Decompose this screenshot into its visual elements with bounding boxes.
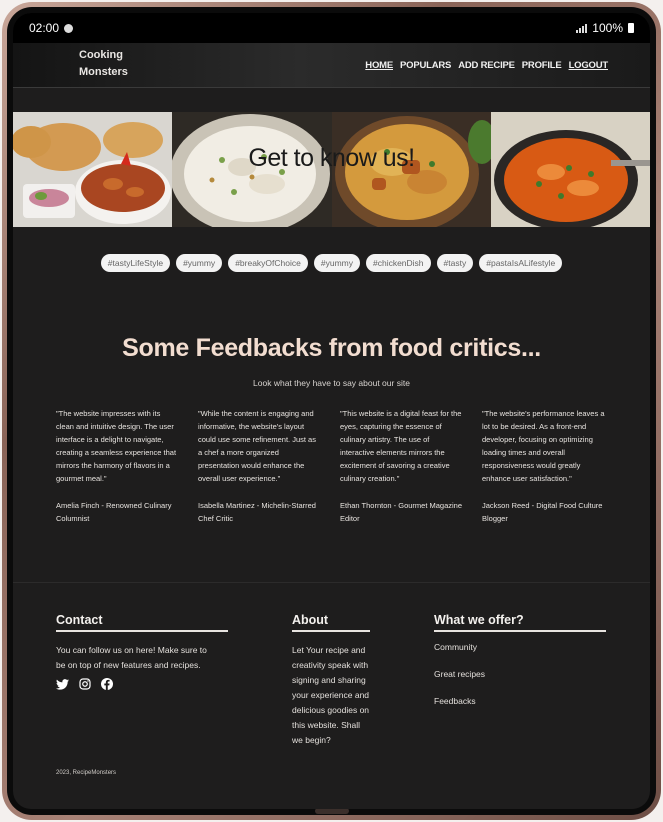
battery-icon — [628, 23, 634, 33]
navbar: Cooking Monsters HOME POPULARS ADD RECIP… — [13, 43, 650, 88]
brand-line-1: Cooking — [79, 49, 123, 61]
hero-banner: Get to know us! — [13, 112, 650, 227]
feedback-title: Some Feedbacks from food critics... — [122, 334, 541, 362]
footer-divider — [13, 582, 650, 583]
instagram-icon[interactable] — [79, 678, 91, 690]
nav-profile-link[interactable]: PROFILE — [522, 60, 562, 71]
hashtag-chip[interactable]: #yummy — [313, 254, 360, 272]
review-quote: "The website's performance leaves a lot … — [482, 409, 605, 483]
review-author: Ethan Thornton - Gourmet Magazine Editor — [340, 501, 463, 523]
status-time: 02:00 — [29, 21, 60, 35]
footer-offer-title: What we offer? — [434, 613, 606, 632]
footer-about-title: About — [292, 613, 370, 632]
status-bar: 02:00 100% — [13, 13, 650, 43]
screen: 02:00 100% Cooking Monsters HOME POPULAR… — [13, 13, 650, 809]
nav-links: HOME POPULARS ADD RECIPE PROFILE LOGOUT — [365, 60, 608, 71]
feedback-subtitle: Look what they have to say about our sit… — [253, 378, 410, 388]
footer-about: About Let Your recipe and creativity spe… — [292, 613, 370, 748]
footer-about-text: Let Your recipe and creativity speak wit… — [292, 645, 370, 745]
footer-contact-title: Contact — [56, 613, 228, 632]
review-quote: "This website is a digital feast for the… — [340, 409, 462, 483]
footer-contact: Contact You can follow us on here! Make … — [56, 613, 228, 690]
hashtag-chip[interactable]: #breakyOfChoice — [228, 254, 308, 272]
review-author: Jackson Reed - Digital Food Culture Blog… — [482, 501, 603, 523]
nav-home-link[interactable]: HOME — [365, 60, 393, 71]
review-card: "This website is a digital feast for the… — [340, 407, 464, 525]
spacer — [13, 88, 650, 112]
hashtag-chip[interactable]: #yummy — [176, 254, 223, 272]
footer-offer-list: Community Great recipes Feedbacks — [434, 642, 606, 706]
footer-offer-item[interactable]: Community — [434, 642, 606, 652]
footer-offer-item[interactable]: Great recipes — [434, 669, 606, 679]
review-quote: "While the content is engaging and infor… — [198, 409, 316, 483]
signal-icon — [576, 23, 588, 33]
footer-offer: What we offer? Community Great recipes F… — [434, 613, 606, 706]
hashtag-chip[interactable]: #pastaIsALifestyle — [479, 254, 563, 272]
banner-title: Get to know us! — [248, 144, 415, 172]
battery-percent: 100% — [592, 21, 623, 35]
nav-logout-link[interactable]: LOGOUT — [569, 60, 609, 71]
brand-logo[interactable]: Cooking Monsters — [79, 47, 139, 81]
nav-populars-link[interactable]: POPULARS — [400, 60, 451, 71]
nav-add-recipe-link[interactable]: ADD RECIPE — [458, 60, 515, 71]
hashtag-list: #tastyLifeStyle #yummy #breakyOfChoice #… — [13, 254, 650, 272]
twitter-icon[interactable] — [56, 678, 69, 690]
review-quote: "The website impresses with its clean an… — [56, 409, 177, 483]
brand-line-2: Monsters — [79, 66, 128, 78]
review-author: Isabella Martinez - Michelin-Starred Che… — [198, 501, 316, 523]
footer-contact-text: You can follow us on here! Make sure to … — [56, 645, 207, 670]
copyright: 2023, RecipeMonsters — [56, 770, 117, 776]
review-card: "The website impresses with its clean an… — [56, 407, 180, 525]
social-icons — [56, 678, 228, 690]
review-card: "The website's performance leaves a lot … — [482, 407, 606, 525]
review-card: "While the content is engaging and infor… — [198, 407, 322, 525]
hashtag-chip[interactable]: #tasty — [436, 254, 474, 272]
footer-offer-item[interactable]: Feedbacks — [434, 696, 606, 706]
hashtag-chip[interactable]: #chickenDish — [365, 254, 431, 272]
hashtag-chip[interactable]: #tastyLifeStyle — [100, 254, 171, 272]
reviews-list: "The website impresses with its clean an… — [13, 407, 650, 525]
spotify-icon — [64, 23, 74, 33]
review-author: Amelia Finch - Renowned Culinary Columni… — [56, 501, 172, 523]
facebook-icon[interactable] — [101, 678, 113, 690]
